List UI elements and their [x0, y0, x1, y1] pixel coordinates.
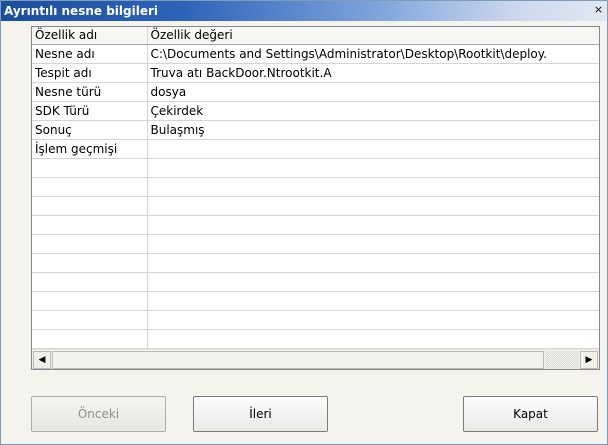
- property-name-cell: Tespit adı: [32, 63, 148, 83]
- scroll-left-icon[interactable]: ◀: [33, 351, 51, 369]
- table-row[interactable]: [32, 177, 599, 197]
- property-value-cell: [147, 139, 599, 159]
- table-row[interactable]: Nesne adı C:\Documents and Settings\Admin…: [32, 44, 599, 64]
- scroll-right-icon[interactable]: ▶: [580, 351, 598, 369]
- close-button[interactable]: Kapat: [463, 396, 598, 432]
- property-name-cell: [32, 234, 148, 254]
- table-row[interactable]: [32, 291, 599, 311]
- property-name-cell: [32, 196, 148, 216]
- table-row[interactable]: Sonuç Bulaşmış: [32, 120, 599, 140]
- scrollbar-thumb[interactable]: [52, 351, 544, 369]
- table-row[interactable]: İşlem geçmişi: [32, 139, 599, 159]
- table-row[interactable]: [32, 234, 599, 254]
- property-value-cell: Bulaşmış: [147, 120, 599, 140]
- close-icon[interactable]: ×: [593, 4, 604, 16]
- table-row[interactable]: [32, 310, 599, 330]
- properties-grid: Özellik adı Özellik değeri Nesne adı C:\D…: [31, 26, 600, 370]
- property-value-cell: dosya: [147, 82, 599, 102]
- property-name-cell: [32, 272, 148, 292]
- property-value-cell: [147, 234, 599, 254]
- property-name-cell: [32, 158, 148, 178]
- grid-viewport: Özellik adı Özellik değeri Nesne adı C:\D…: [32, 27, 599, 349]
- previous-button[interactable]: Önceki: [31, 396, 166, 432]
- table-row[interactable]: [32, 215, 599, 235]
- dialog-title: Ayrıntılı nesne bilgileri: [4, 4, 158, 18]
- property-value-cell: [147, 310, 599, 330]
- property-name-cell: [32, 329, 148, 349]
- column-header-property-value[interactable]: Özellik değeri: [147, 27, 599, 45]
- properties-table: Özellik adı Özellik değeri Nesne adı C:\D…: [32, 27, 599, 349]
- property-value-cell: [147, 253, 599, 273]
- property-name-cell: [32, 291, 148, 311]
- property-name-cell: [32, 177, 148, 197]
- property-value-cell: [147, 291, 599, 311]
- table-row[interactable]: [32, 329, 599, 349]
- property-value-cell: [147, 329, 599, 349]
- property-value-cell: [147, 177, 599, 197]
- property-value-cell: [147, 158, 599, 178]
- column-header-property-name[interactable]: Özellik adı: [32, 27, 148, 45]
- property-value-cell: [147, 215, 599, 235]
- property-value-cell: [147, 196, 599, 216]
- property-name-cell: Nesne türü: [32, 82, 148, 102]
- scrollbar-track[interactable]: [545, 351, 579, 369]
- table-row[interactable]: Nesne türü dosya: [32, 82, 599, 102]
- property-name-cell: İşlem geçmişi: [32, 139, 148, 159]
- table-row[interactable]: [32, 196, 599, 216]
- horizontal-scrollbar[interactable]: ◀ ▶: [32, 349, 599, 369]
- table-row[interactable]: SDK Türü Çekirdek: [32, 101, 599, 121]
- details-dialog: Ayrıntılı nesne bilgileri × Özellik adı …: [0, 0, 608, 445]
- property-name-cell: [32, 215, 148, 235]
- property-value-cell: Çekirdek: [147, 101, 599, 121]
- property-name-cell: Nesne adı: [32, 44, 148, 64]
- table-row[interactable]: [32, 253, 599, 273]
- table-row[interactable]: Tespit adı Truva atı BackDoor.Ntrootkit.A: [32, 63, 599, 83]
- property-name-cell: [32, 253, 148, 273]
- table-row[interactable]: [32, 158, 599, 178]
- next-button[interactable]: İleri: [193, 396, 328, 432]
- property-value-cell: [147, 272, 599, 292]
- property-value-cell: C:\Documents and Settings\Administrator\…: [147, 44, 599, 64]
- property-name-cell: [32, 310, 148, 330]
- property-name-cell: SDK Türü: [32, 101, 148, 121]
- table-row[interactable]: [32, 272, 599, 292]
- property-name-cell: Sonuç: [32, 120, 148, 140]
- title-bar[interactable]: Ayrıntılı nesne bilgileri ×: [1, 1, 607, 21]
- property-value-cell: Truva atı BackDoor.Ntrootkit.A: [147, 63, 599, 83]
- header-row: Özellik adı Özellik değeri: [32, 27, 599, 45]
